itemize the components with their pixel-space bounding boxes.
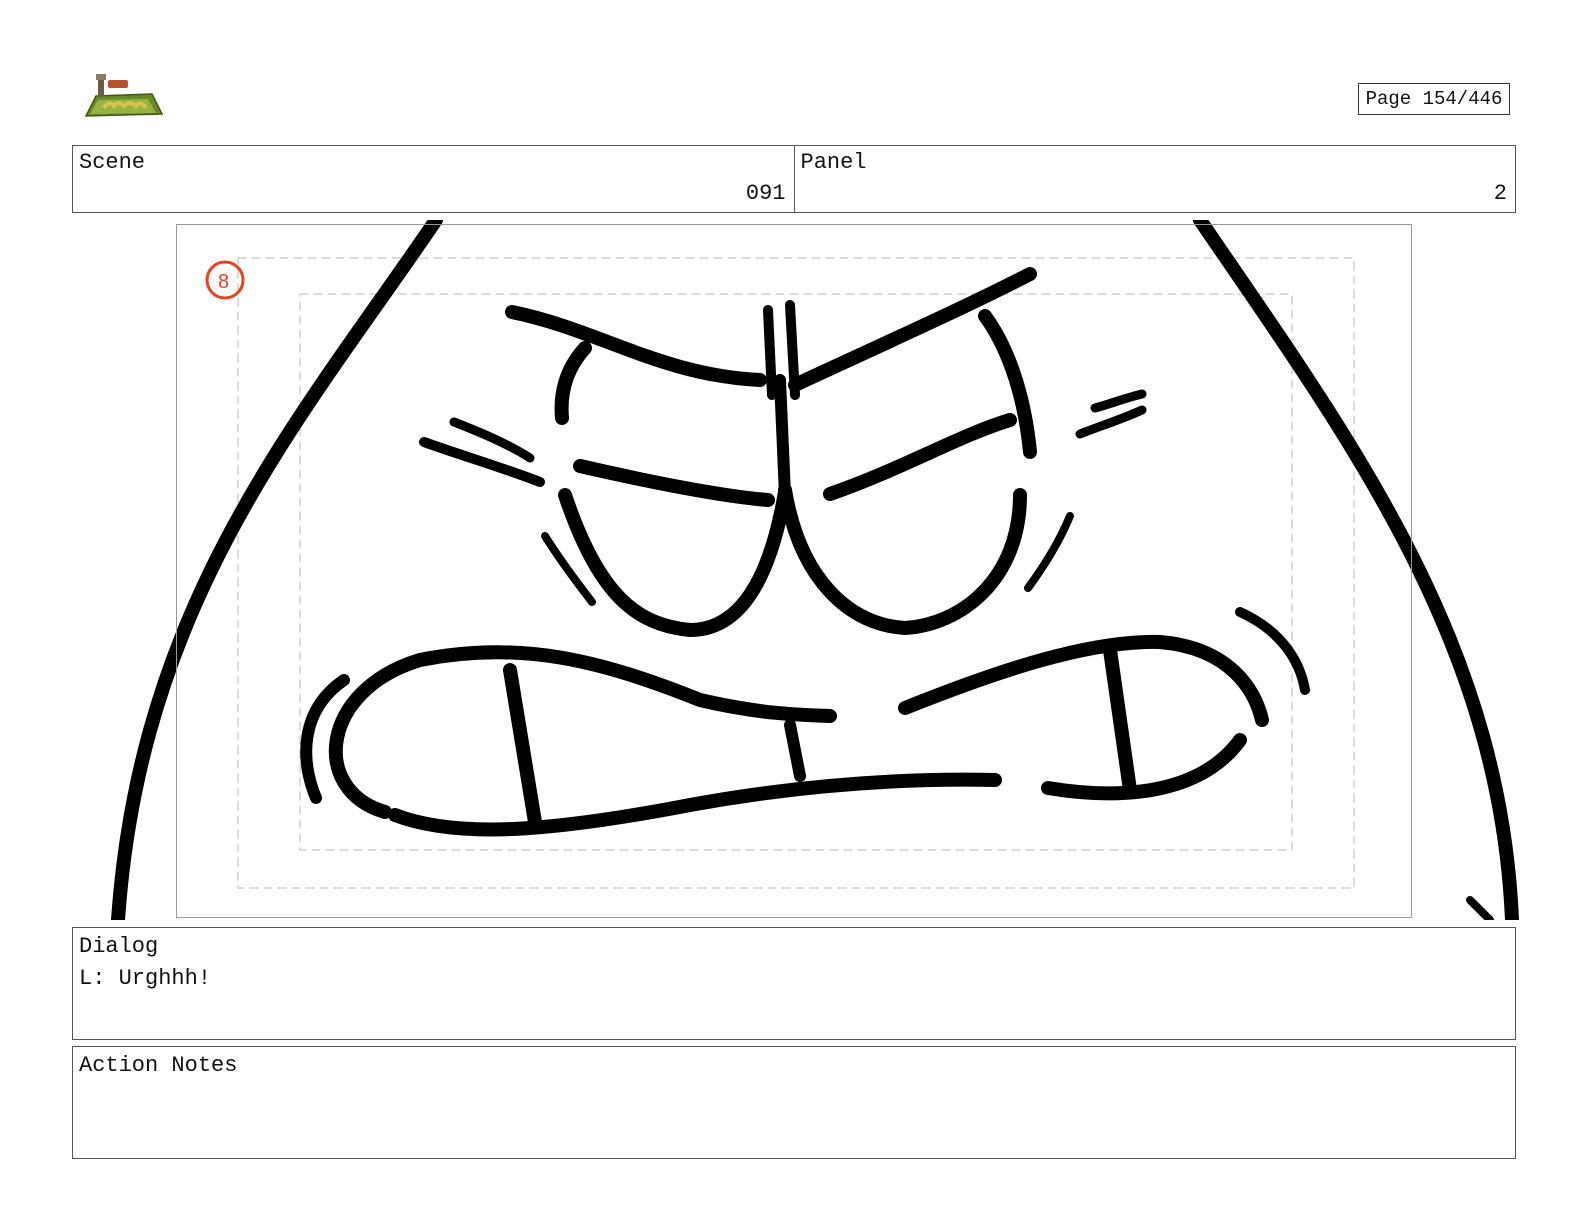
scene-number: 091	[745, 181, 786, 206]
show-logo	[82, 72, 164, 122]
panel-cell: Panel 2	[793, 146, 1516, 212]
action-notes-box: Action Notes	[72, 1046, 1516, 1159]
dialog-box: Dialog L: Urghhh!	[72, 927, 1516, 1040]
dialog-label: Dialog	[79, 934, 159, 959]
panel-frame	[176, 224, 1412, 918]
scene-label: Scene	[79, 150, 146, 175]
scene-panel-header: Scene 091 Panel 2	[72, 145, 1516, 213]
panel-label: Panel	[800, 150, 867, 175]
page-number: Page 154/446	[1358, 83, 1510, 115]
scene-cell: Scene 091	[73, 146, 794, 212]
panel-number: 2	[1493, 181, 1507, 206]
dialog-text: L: Urghhh!	[79, 966, 212, 991]
action-notes-label: Action Notes	[79, 1053, 238, 1078]
